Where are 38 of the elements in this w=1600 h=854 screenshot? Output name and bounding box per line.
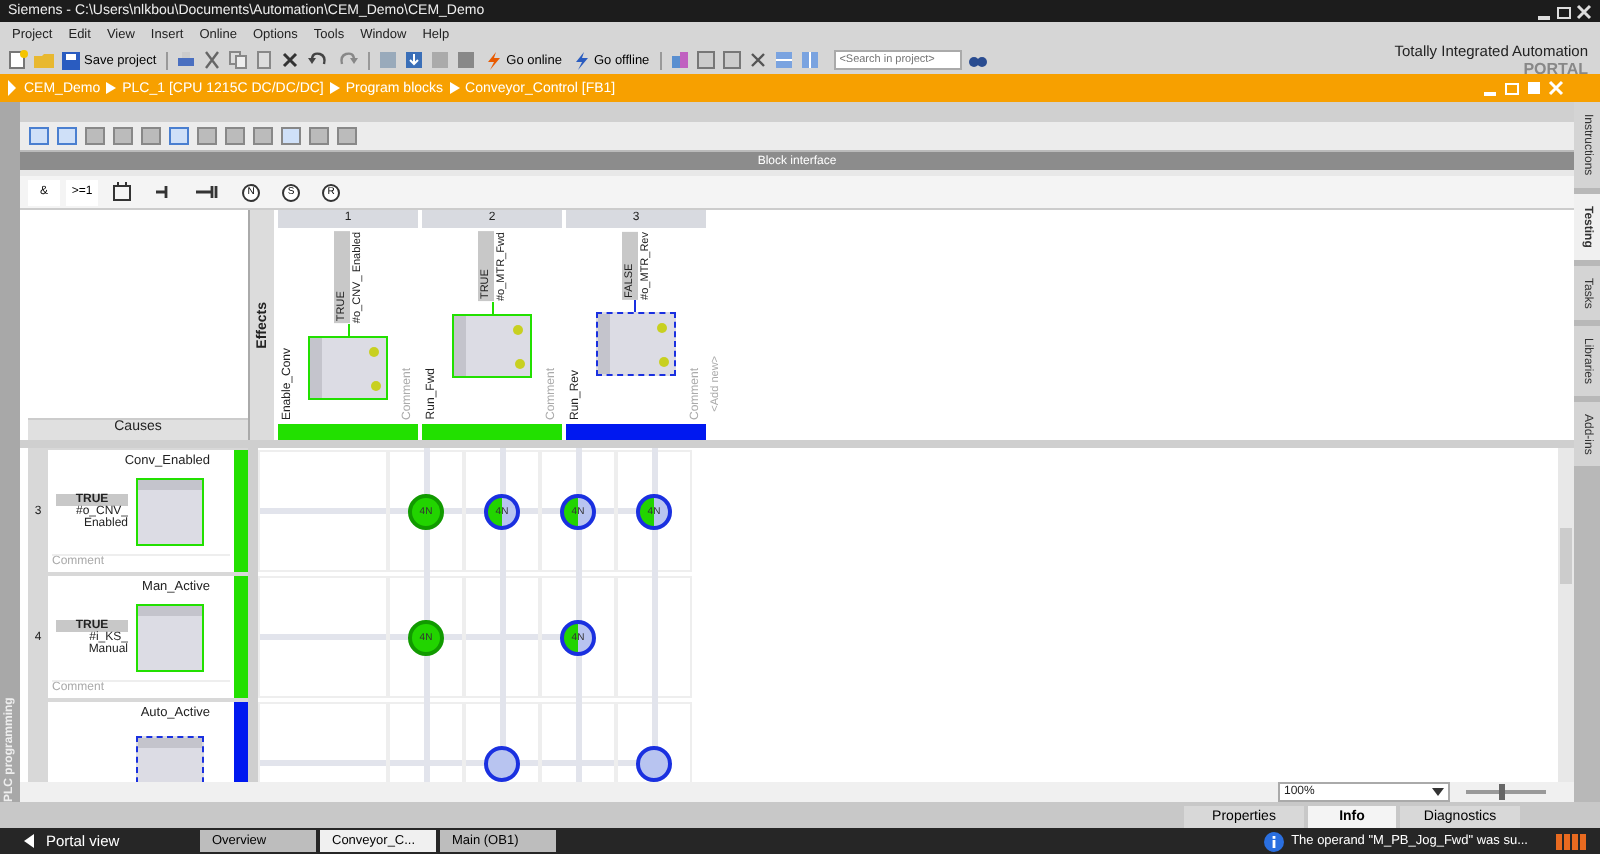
maximize-icon[interactable] [1526, 80, 1542, 96]
pin-icon [656, 321, 668, 334]
zoom-slider[interactable] [1466, 784, 1546, 800]
contact-icon[interactable] [196, 184, 220, 200]
lightning-icon [484, 51, 503, 70]
pin-icon [512, 323, 524, 336]
print-icon[interactable] [176, 50, 197, 71]
scrollbar[interactable] [1558, 448, 1574, 782]
box-icon[interactable] [112, 182, 132, 202]
pin-icon [370, 379, 382, 392]
download-icon[interactable] [404, 50, 425, 71]
info-icon [1263, 831, 1284, 851]
vertical-split-icon[interactable] [799, 50, 820, 71]
delete-icon[interactable] [280, 50, 301, 71]
copy-icon[interactable] [228, 50, 249, 71]
separator-arrow-icon [449, 82, 460, 94]
progress-icon [1556, 833, 1588, 849]
lightning-icon [571, 51, 590, 70]
pin-icon [368, 345, 380, 358]
restore-icon[interactable] [1556, 3, 1572, 19]
intersection-node[interactable] [484, 745, 520, 781]
intersection-node[interactable] [636, 745, 672, 781]
separator-arrow-icon [106, 82, 117, 94]
pin-icon [658, 355, 670, 368]
connector-line [347, 323, 349, 336]
new-document-icon[interactable] [8, 50, 28, 71]
caret-icon[interactable] [6, 80, 18, 96]
caret-icon [24, 834, 34, 848]
diagnostics-icon[interactable] [669, 50, 690, 71]
save-icon [62, 51, 80, 70]
connector-line [491, 301, 493, 314]
separator-arrow-icon [329, 82, 340, 94]
caret-icon [1432, 788, 1444, 796]
assignment-block[interactable] [596, 311, 676, 376]
cut-icon[interactable] [202, 50, 223, 71]
pin-icon [514, 357, 526, 370]
horizontal-split-icon[interactable] [773, 50, 794, 71]
brand-subtitle: PORTAL [1523, 60, 1588, 78]
